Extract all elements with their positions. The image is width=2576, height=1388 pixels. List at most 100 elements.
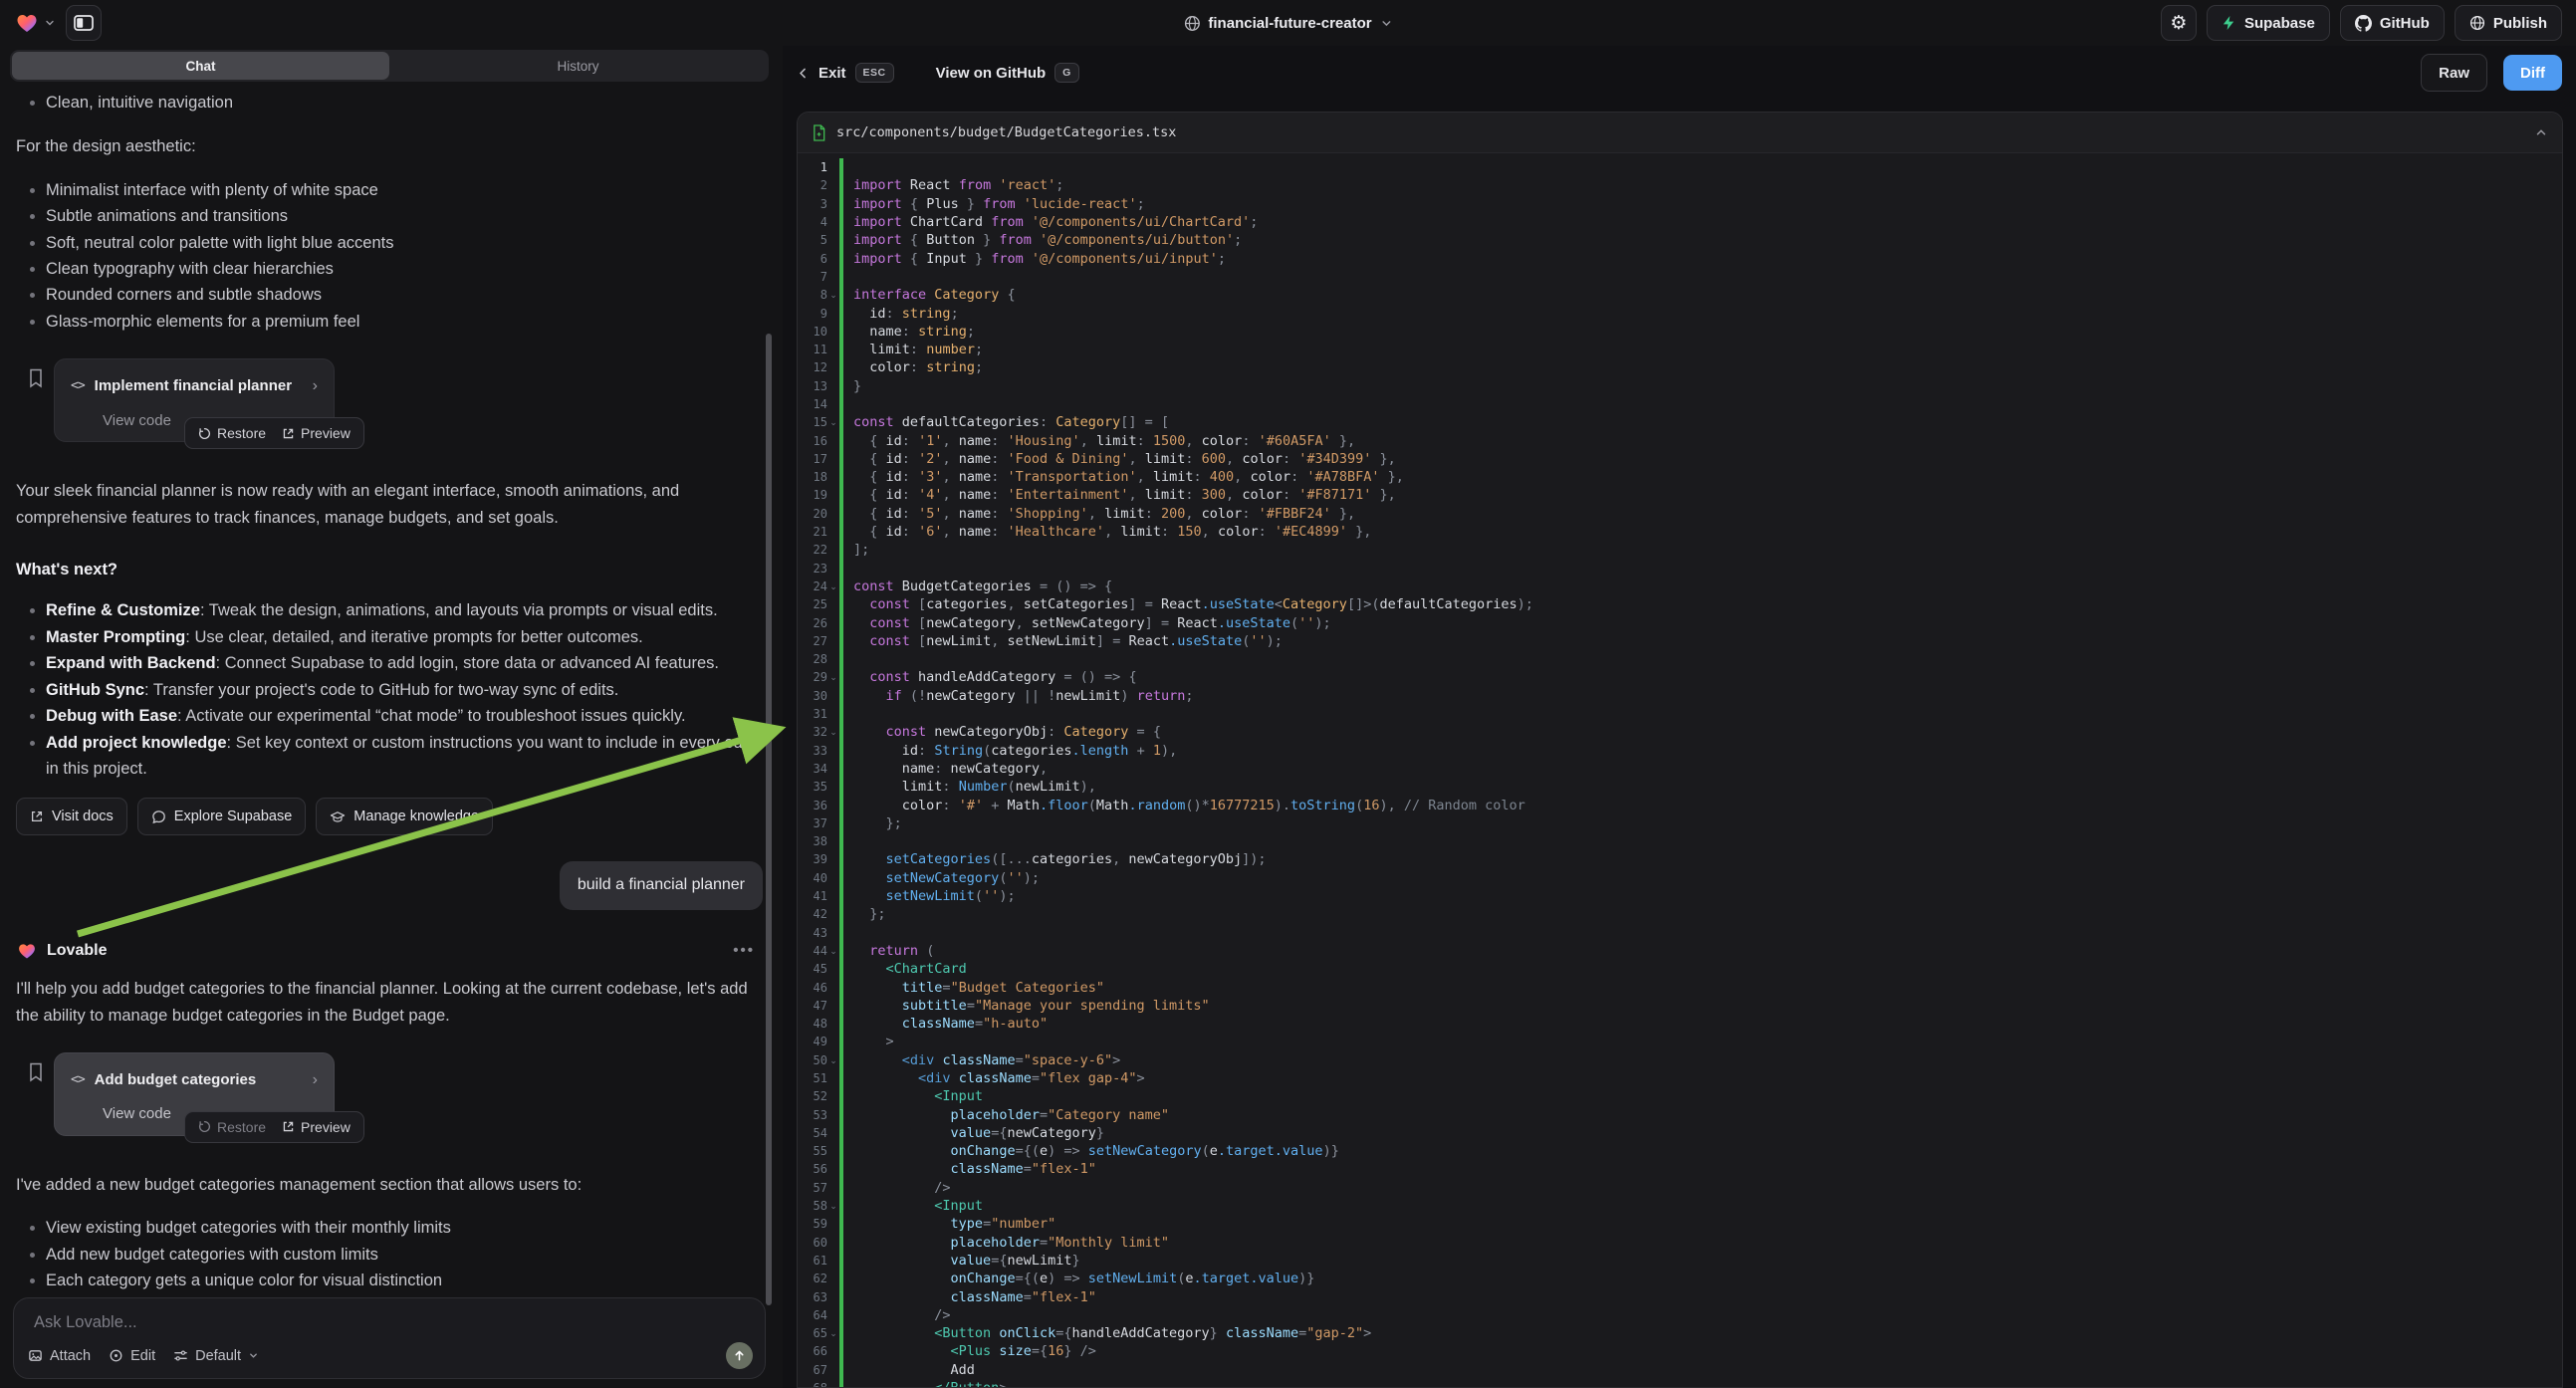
line-number: 57 [798,1181,827,1195]
fold-toggle-icon[interactable]: ⌄ [827,727,839,737]
line-number: 26 [798,616,827,630]
diff-toggle-button[interactable]: Diff [2503,55,2562,91]
toggle-sidebar-button[interactable] [66,5,102,41]
bookmark-icon[interactable] [28,368,44,388]
settings-button[interactable]: ⚙ [2161,5,2197,41]
g-kbd-badge: G [1054,63,1079,83]
github-icon [2355,15,2372,32]
line-number: 60 [798,1236,827,1250]
code-line: 49 > [798,1033,2562,1050]
chat-input[interactable] [32,1312,681,1333]
code-line: 9 id: string; [798,304,2562,322]
line-number: 16 [798,434,827,448]
preview-button[interactable]: Preview [282,1114,351,1140]
line-number: 46 [798,981,827,995]
bullet-text: : Use clear, detailed, and iterative pro… [185,628,642,646]
line-number: 17 [798,452,827,466]
chevron-up-icon[interactable] [2534,125,2548,139]
code-line: 29⌄ const handleAddCategory = () => { [798,668,2562,686]
fold-toggle-icon[interactable]: ⌄ [827,1201,839,1211]
fold-toggle-icon[interactable]: ⌄ [827,1055,839,1065]
bullet-item: Rounded corners and subtle shadows [30,282,763,308]
fold-toggle-icon[interactable]: ⌄ [827,417,839,427]
manage-knowledge-button[interactable]: Manage knowledge [316,798,493,835]
image-icon [28,1348,43,1363]
code-line: 26 const [newCategory, setNewCategory] =… [798,613,2562,631]
visit-docs-button[interactable]: Visit docs [16,798,127,835]
code-line: 24⌄const BudgetCategories = () => { [798,578,2562,595]
file-header[interactable]: src/components/budget/BudgetCategories.t… [798,113,2562,153]
code-line: 4import ChartCard from '@/components/ui/… [798,213,2562,231]
line-number: 54 [798,1126,827,1140]
line-number: 47 [798,999,827,1013]
exit-button[interactable]: Exit ESC [797,63,894,83]
version-card-implement[interactable]: <> Implement financial planner › View co… [54,358,335,442]
code-line: 5import { Button } from '@/components/ui… [798,231,2562,249]
chevron-down-icon [44,17,56,29]
edit-mode-button[interactable]: Edit [109,1348,155,1364]
code-text: id: string; [839,306,959,322]
code-text: > [839,1034,894,1049]
line-number: 24 [798,579,827,593]
publish-button[interactable]: Publish [2455,5,2562,41]
fold-toggle-icon[interactable]: ⌄ [827,1328,839,1338]
code-text: const [newLimit, setNewLimit] = React.us… [839,633,1283,649]
line-number: 51 [798,1071,827,1085]
line-number: 53 [798,1108,827,1122]
fold-toggle-icon[interactable]: ⌄ [827,946,839,956]
restore-button[interactable]: Restore [198,420,266,446]
code-line: 10 name: string; [798,323,2562,341]
fold-toggle-icon[interactable]: ⌄ [827,581,839,591]
code-text: setCategories([...categories, newCategor… [839,851,1267,867]
line-number: 55 [798,1144,827,1158]
github-button[interactable]: GitHub [2340,5,2445,41]
code-line: 41 setNewLimit(''); [798,887,2562,905]
bullet-item: Add project knowledge: Set key context o… [30,730,763,783]
chat-scrollbar-thumb[interactable] [766,334,772,1305]
assistant-name: Lovable [47,938,107,964]
attach-button[interactable]: Attach [28,1348,91,1364]
explore-supabase-button[interactable]: Explore Supabase [137,798,307,835]
bullet-item: Clean typography with clear hierarchies [30,256,763,282]
code-line: 16 { id: '1', name: 'Housing', limit: 15… [798,431,2562,449]
code-line: 31 [798,705,2562,723]
code-line: 30 if (!newCategory || !newLimit) return… [798,687,2562,705]
code-line: 28 [798,650,2562,668]
chevron-down-icon [1380,17,1393,30]
model-selector[interactable]: Default [173,1348,259,1364]
line-number: 31 [798,707,827,721]
line-number: 9 [798,307,827,321]
code-text: <div className="flex gap-4"> [839,1070,1145,1086]
message-menu-button[interactable]: ••• [733,938,755,964]
bookmark-icon[interactable] [28,1062,44,1082]
fold-toggle-icon[interactable]: ⌄ [827,290,839,300]
code-editor[interactable]: 1 2import React from 'react';3import { P… [798,153,2562,1388]
line-number: 61 [798,1254,827,1268]
raw-toggle-button[interactable]: Raw [2421,54,2487,92]
code-line: 64 /> [798,1306,2562,1324]
bullet-item: View existing budget categories with the… [30,1215,763,1241]
code-line: 66 <Plus size={16} /> [798,1342,2562,1360]
lovable-logo-menu[interactable] [14,11,56,35]
supabase-button[interactable]: Supabase [2207,5,2330,41]
send-button[interactable] [726,1342,753,1369]
bullet-lead: Master Prompting [46,628,185,646]
preview-button[interactable]: Preview [282,420,351,446]
line-number: 56 [798,1162,827,1176]
line-number: 23 [798,562,827,576]
project-selector[interactable]: financial-future-creator [1183,0,1392,46]
version-card-add-budget[interactable]: <> Add budget categories › View code Res… [54,1052,335,1136]
code-text: const defaultCategories: Category[] = [ [839,414,1169,430]
fold-toggle-icon[interactable]: ⌄ [827,672,839,682]
tab-history[interactable]: History [389,52,767,80]
line-number: 29 [798,670,827,684]
restore-button[interactable]: Restore [198,1114,266,1140]
line-number: 65 [798,1326,827,1340]
tab-chat[interactable]: Chat [12,52,389,80]
line-number: 39 [798,852,827,866]
code-line: 42 }; [798,905,2562,923]
code-line: 22]; [798,541,2562,559]
view-on-github-button[interactable]: View on GitHub G [936,63,1079,83]
line-number: 15 [798,415,827,429]
file-viewer-card: src/components/budget/BudgetCategories.t… [797,112,2563,1388]
